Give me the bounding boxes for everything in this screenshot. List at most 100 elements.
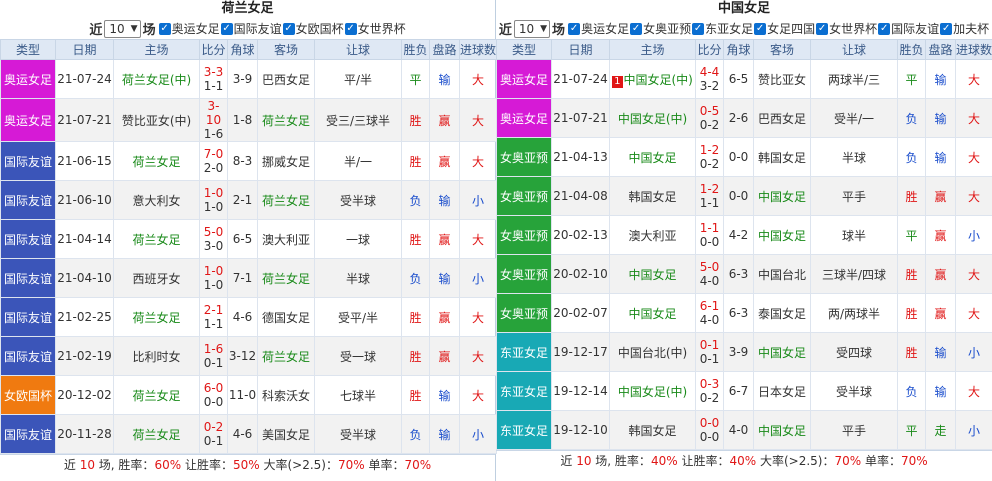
filter-checkbox[interactable]: ✓ 奥运女足 xyxy=(158,20,220,37)
filter-checkbox[interactable]: ✓ 女世界杯 xyxy=(344,20,406,37)
score-cell[interactable]: 1-0 1-0 xyxy=(199,258,228,298)
away-team-cell[interactable]: 巴西女足 xyxy=(257,59,315,99)
home-team-cell[interactable]: 韩国女足 xyxy=(609,176,696,216)
away-team-cell[interactable]: 中国女足 xyxy=(753,410,811,450)
away-team-cell[interactable]: 日本女足 xyxy=(753,371,811,411)
filter-checkbox[interactable]: ✓ 国际友谊 xyxy=(220,20,282,37)
filter-checkbox[interactable]: ✓ 加夫杯 xyxy=(940,20,989,37)
column-header-goals[interactable]: 进球数 xyxy=(459,39,497,60)
column-header-goals[interactable]: 进球数 xyxy=(955,39,992,60)
score-cell[interactable]: 2-1 1-1 xyxy=(199,297,228,337)
score-cell[interactable]: 6-0 0-0 xyxy=(199,375,228,415)
home-team-cell[interactable]: 荷兰女足 xyxy=(113,297,200,337)
score-cell[interactable]: 3-10 1-6 xyxy=(199,98,228,142)
match-count-select[interactable]: 10 ▼ xyxy=(104,19,141,38)
column-header-away[interactable]: 客场 xyxy=(753,39,811,60)
league-type-cell[interactable]: 国际友谊 xyxy=(0,336,56,376)
league-type-cell[interactable]: 东亚女足 xyxy=(496,410,552,450)
away-team-cell[interactable]: 挪威女足 xyxy=(257,141,315,181)
column-header-corner[interactable]: 角球 xyxy=(227,39,258,60)
score-cell[interactable]: 0-2 0-1 xyxy=(199,414,228,454)
league-type-cell[interactable]: 女奥亚预 xyxy=(496,176,552,216)
home-team-cell[interactable]: 荷兰女足 xyxy=(113,141,200,181)
league-type-cell[interactable]: 女奥亚预 xyxy=(496,293,552,333)
score-cell[interactable]: 1-2 0-2 xyxy=(695,137,724,177)
league-type-cell[interactable]: 东亚女足 xyxy=(496,332,552,372)
column-header-corner[interactable]: 角球 xyxy=(723,39,754,60)
league-type-cell[interactable]: 奥运女足 xyxy=(0,98,56,142)
column-header-score[interactable]: 比分 xyxy=(695,39,724,60)
league-type-cell[interactable]: 国际友谊 xyxy=(0,180,56,220)
column-header-away[interactable]: 客场 xyxy=(257,39,315,60)
league-type-cell[interactable]: 国际友谊 xyxy=(0,258,56,298)
home-team-cell[interactable]: 意大利女 xyxy=(113,180,200,220)
column-header-hcap[interactable]: 让球 xyxy=(314,39,402,60)
league-type-cell[interactable]: 女欧国杯 xyxy=(0,375,56,415)
score-cell[interactable]: 1-1 0-0 xyxy=(695,215,724,255)
league-type-cell[interactable]: 女奥亚预 xyxy=(496,254,552,294)
score-cell[interactable]: 5-0 4-0 xyxy=(695,254,724,294)
column-header-pan[interactable]: 盘路 xyxy=(925,39,956,60)
away-team-cell[interactable]: 中国台北 xyxy=(753,254,811,294)
score-cell[interactable]: 0-1 0-1 xyxy=(695,332,724,372)
score-cell[interactable]: 1-6 0-1 xyxy=(199,336,228,376)
score-cell[interactable]: 0-0 0-0 xyxy=(695,410,724,450)
home-team-cell[interactable]: 赞比亚女(中) xyxy=(113,98,200,142)
column-header-wl[interactable]: 胜负 xyxy=(401,39,430,60)
away-team-cell[interactable]: 荷兰女足 xyxy=(257,180,315,220)
away-team-cell[interactable]: 中国女足 xyxy=(753,176,811,216)
away-team-cell[interactable]: 荷兰女足 xyxy=(257,98,315,142)
column-header-hcap[interactable]: 让球 xyxy=(810,39,898,60)
column-header-type[interactable]: 类型 xyxy=(496,39,552,60)
home-team-cell[interactable]: 韩国女足 xyxy=(609,410,696,450)
home-team-cell[interactable]: 澳大利亚 xyxy=(609,215,696,255)
league-type-cell[interactable]: 奥运女足 xyxy=(496,59,552,99)
away-team-cell[interactable]: 赞比亚女 xyxy=(753,59,811,99)
column-header-pan[interactable]: 盘路 xyxy=(429,39,460,60)
home-team-cell[interactable]: 荷兰女足 xyxy=(113,414,200,454)
score-cell[interactable]: 1-2 1-1 xyxy=(695,176,724,216)
home-team-cell[interactable]: 荷兰女足 xyxy=(113,219,200,259)
home-team-cell[interactable]: 中国女足(中) xyxy=(609,371,696,411)
league-type-cell[interactable]: 奥运女足 xyxy=(496,98,552,138)
filter-checkbox[interactable]: ✓ 女世界杯 xyxy=(816,20,877,37)
column-header-date[interactable]: 日期 xyxy=(551,39,610,60)
match-count-select[interactable]: 10 ▼ xyxy=(513,19,551,38)
league-type-cell[interactable]: 女奥亚预 xyxy=(496,215,552,255)
league-type-cell[interactable]: 国际友谊 xyxy=(0,219,56,259)
filter-checkbox[interactable]: ✓ 女足四国 xyxy=(754,20,815,37)
score-cell[interactable]: 6-1 4-0 xyxy=(695,293,724,333)
filter-checkbox[interactable]: ✓ 国际友谊 xyxy=(878,20,939,37)
away-team-cell[interactable]: 荷兰女足 xyxy=(257,258,315,298)
column-header-wl[interactable]: 胜负 xyxy=(897,39,926,60)
away-team-cell[interactable]: 美国女足 xyxy=(257,414,315,454)
home-team-cell[interactable]: 1 中国女足(中) xyxy=(609,59,696,99)
away-team-cell[interactable]: 科索沃女 xyxy=(257,375,315,415)
column-header-type[interactable]: 类型 xyxy=(0,39,56,60)
home-team-cell[interactable]: 中国女足(中) xyxy=(609,98,696,138)
home-team-cell[interactable]: 中国女足 xyxy=(609,293,696,333)
away-team-cell[interactable]: 中国女足 xyxy=(753,215,811,255)
league-type-cell[interactable]: 国际友谊 xyxy=(0,414,56,454)
away-team-cell[interactable]: 澳大利亚 xyxy=(257,219,315,259)
league-type-cell[interactable]: 国际友谊 xyxy=(0,141,56,181)
league-type-cell[interactable]: 女奥亚预 xyxy=(496,137,552,177)
home-team-cell[interactable]: 中国女足 xyxy=(609,254,696,294)
away-team-cell[interactable]: 韩国女足 xyxy=(753,137,811,177)
home-team-cell[interactable]: 荷兰女足 xyxy=(113,375,200,415)
away-team-cell[interactable]: 德国女足 xyxy=(257,297,315,337)
home-team-cell[interactable]: 比利时女 xyxy=(113,336,200,376)
away-team-cell[interactable]: 荷兰女足 xyxy=(257,336,315,376)
column-header-date[interactable]: 日期 xyxy=(55,39,114,60)
league-type-cell[interactable]: 东亚女足 xyxy=(496,371,552,411)
score-cell[interactable]: 7-0 2-0 xyxy=(199,141,228,181)
home-team-cell[interactable]: 荷兰女足(中) xyxy=(113,59,200,99)
score-cell[interactable]: 1-0 1-0 xyxy=(199,180,228,220)
score-cell[interactable]: 4-4 3-2 xyxy=(695,59,724,99)
filter-checkbox[interactable]: ✓ 奥运女足 xyxy=(568,20,629,37)
league-type-cell[interactable]: 奥运女足 xyxy=(0,59,56,99)
score-cell[interactable]: 0-3 0-2 xyxy=(695,371,724,411)
filter-checkbox[interactable]: ✓ 女奥亚预 xyxy=(630,20,691,37)
filter-checkbox[interactable]: ✓ 东亚女足 xyxy=(692,20,753,37)
league-type-cell[interactable]: 国际友谊 xyxy=(0,297,56,337)
